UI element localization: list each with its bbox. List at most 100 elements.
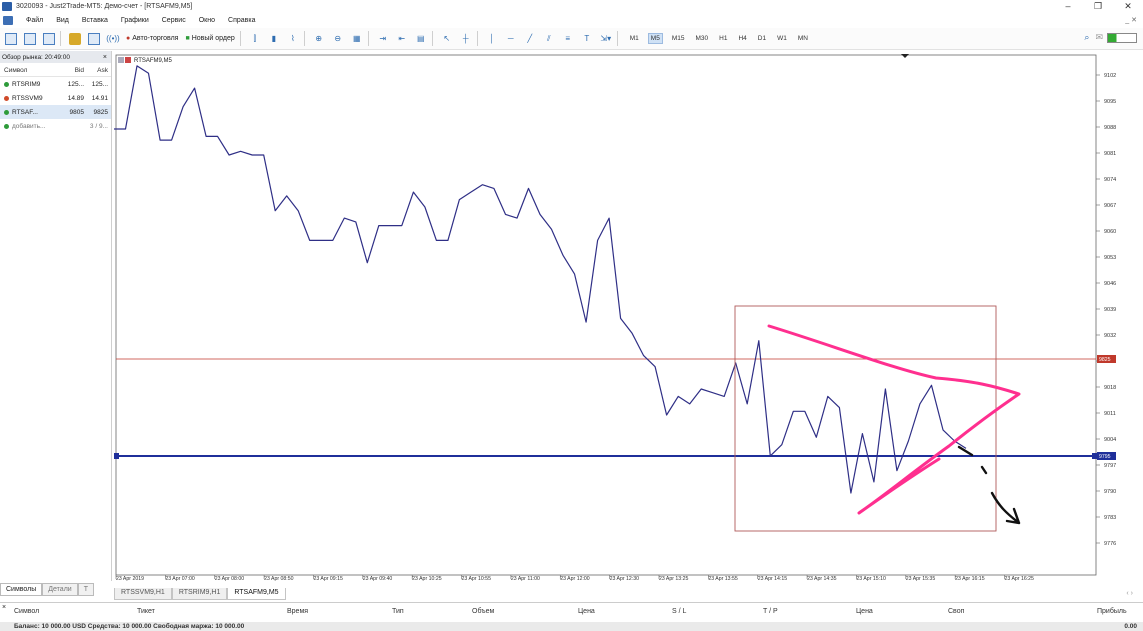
cursor-button[interactable]: ↖ (439, 31, 455, 47)
column-price[interactable]: Цена (578, 608, 595, 615)
zoom-out-icon: ⊖ (334, 34, 342, 43)
tab-details[interactable]: Детали (42, 583, 78, 596)
new-chart-button[interactable] (3, 31, 19, 47)
balance-profit: 0.00 (1124, 623, 1137, 630)
chart-window[interactable]: 9102 9095 9088 9081 9074 9067 9060 9053 9046 9039… (114, 51, 1143, 588)
shapes-icon: ⇲▾ (600, 34, 612, 43)
menu-file[interactable]: Файл (26, 17, 43, 24)
column-bid[interactable]: Bid (60, 67, 84, 74)
line-chart-button[interactable]: ⌇ (285, 31, 301, 47)
document-window-buttons[interactable]: _ ✕ (1125, 16, 1137, 24)
timeframe-m15[interactable]: M15 (670, 34, 687, 43)
profiles-button[interactable] (22, 31, 38, 47)
zoom-out-button[interactable]: ⊖ (330, 31, 346, 47)
search-icon[interactable]: ⌕ (1084, 32, 1089, 43)
column-symbol[interactable]: Символ (14, 608, 39, 615)
fibo-button[interactable]: ≡ (560, 31, 576, 47)
indicators-button[interactable]: ▤ (413, 31, 429, 47)
text-tool-button[interactable]: T (579, 31, 595, 47)
chart-tabs-scroll[interactable]: ‹ › (1126, 590, 1133, 597)
crosshair-icon: ┼ (462, 34, 469, 43)
document-icon[interactable] (3, 15, 13, 25)
terminal-icon (88, 32, 100, 45)
price-tick-label: 9081 (1104, 151, 1116, 157)
symbol-name: RTSSVM9 (12, 94, 43, 102)
menu-tools[interactable]: Сервис (162, 17, 186, 24)
timeframe-m1[interactable]: M1 (628, 34, 641, 43)
channel-button[interactable]: ⫽ (541, 31, 557, 47)
column-ask[interactable]: Ask (84, 67, 108, 74)
signals-button[interactable]: ((•)) (105, 31, 121, 47)
indicators-icon: ▤ (416, 34, 425, 43)
autoscroll-icon: ⇥ (379, 34, 387, 43)
timeframe-m5[interactable]: M5 (647, 33, 663, 44)
column-volume[interactable]: Объем (472, 608, 494, 615)
column-swap[interactable]: Своп (948, 608, 964, 615)
add-symbol-row[interactable]: добавить... 3 / 9... (0, 119, 111, 133)
close-window-button[interactable]: ✕ (1113, 0, 1143, 12)
menu-window[interactable]: Окно (199, 17, 215, 24)
chart-symbol-label: RTSAFM9,M5 (134, 58, 173, 64)
market-watch-row[interactable]: RTSRIM9 125... 125... (0, 77, 111, 91)
menu-view[interactable]: Вид (56, 17, 69, 24)
minimize-button[interactable]: – (1053, 0, 1083, 12)
price-chart[interactable]: 9102 9095 9088 9081 9074 9067 9060 9053 9046 9039… (114, 51, 1143, 588)
horizontal-line-icon: ─ (507, 34, 514, 43)
timeframe-mn[interactable]: MN (796, 34, 810, 43)
market-watch-button[interactable] (41, 31, 57, 47)
column-profit[interactable]: Прибыль (1097, 608, 1127, 615)
time-tick-label: 23 Apr 16:25 (1005, 576, 1035, 582)
time-tick-label: 23 Apr 08:50 (264, 576, 294, 582)
autotrade-button[interactable]: ● Авто-торговля (124, 31, 180, 47)
close-market-watch-button[interactable]: × (103, 54, 107, 61)
timeframe-h1[interactable]: H1 (717, 34, 729, 43)
trendline-button[interactable]: ╱ (522, 31, 538, 47)
chart-tabs: RTSSVM9,H1 RTSRIM9,H1 RTSAFM9,M5 (114, 588, 286, 601)
maximize-button[interactable]: ❐ (1083, 0, 1113, 12)
menu-insert[interactable]: Вставка (82, 17, 108, 24)
bar-chart-button[interactable]: ⫿ (247, 31, 263, 47)
crosshair-button[interactable]: ┼ (458, 31, 474, 47)
price-tick-label: 9790 (1104, 489, 1116, 495)
shapes-button[interactable]: ⇲▾ (598, 31, 614, 47)
column-ticket[interactable]: Тикет (137, 608, 155, 615)
market-watch-row-selected[interactable]: RTSAF... 9805 9825 (0, 105, 111, 119)
autoscroll-button[interactable]: ⇥ (375, 31, 391, 47)
down-icon (4, 95, 9, 101)
terminal-button[interactable] (86, 31, 102, 47)
navigator-button[interactable] (67, 31, 83, 47)
timeframe-h4[interactable]: H4 (736, 34, 748, 43)
chart-tab-rtsafm9[interactable]: RTSAFM9,M5 (227, 588, 286, 600)
candle-chart-button[interactable]: ▮ (266, 31, 282, 47)
column-tp[interactable]: T / P (763, 608, 778, 615)
chart-shift-button[interactable]: ⇤ (394, 31, 410, 47)
column-symbol[interactable]: Символ (0, 67, 60, 74)
timeframe-w1[interactable]: W1 (775, 34, 789, 43)
column-sl[interactable]: S / L (672, 608, 686, 615)
menu-charts[interactable]: Графики (121, 17, 149, 24)
tab-symbols[interactable]: Символы (0, 583, 43, 596)
new-order-button[interactable]: ■ Новый ордер (183, 31, 236, 47)
close-terminal-button[interactable]: × (2, 604, 6, 611)
column-type[interactable]: Тип (392, 608, 404, 615)
column-time[interactable]: Время (287, 608, 308, 615)
chart-tab-rtsrim9[interactable]: RTSRIM9,H1 (171, 588, 228, 600)
tile-windows-button[interactable]: ▦ (349, 31, 365, 47)
menu-help[interactable]: Справка (228, 17, 255, 24)
tab-ticks[interactable]: Т (77, 583, 94, 596)
time-tick-label: 23 Apr 10:25 (412, 576, 442, 582)
timeframe-m30[interactable]: M30 (693, 34, 710, 43)
horizontal-line-button[interactable]: ─ (503, 31, 519, 47)
time-tick-label: 23 Apr 11:00 (511, 576, 540, 582)
market-watch-row[interactable]: RTSSVM9 14.89 14.91 (0, 91, 111, 105)
toolbar-separator (431, 31, 433, 46)
row-ask: 14.91 (91, 94, 108, 102)
chat-icon[interactable]: ✉ (1095, 32, 1103, 43)
vertical-line-button[interactable]: │ (484, 31, 500, 47)
column-price-current[interactable]: Цена (856, 608, 873, 615)
add-symbol-label: добавить... (12, 122, 46, 130)
time-tick-label: 23 Apr 16:15 (955, 576, 985, 582)
chart-tab-rtssvm9[interactable]: RTSSVM9,H1 (114, 588, 172, 600)
timeframe-d1[interactable]: D1 (756, 34, 768, 43)
zoom-in-button[interactable]: ⊕ (311, 31, 327, 47)
